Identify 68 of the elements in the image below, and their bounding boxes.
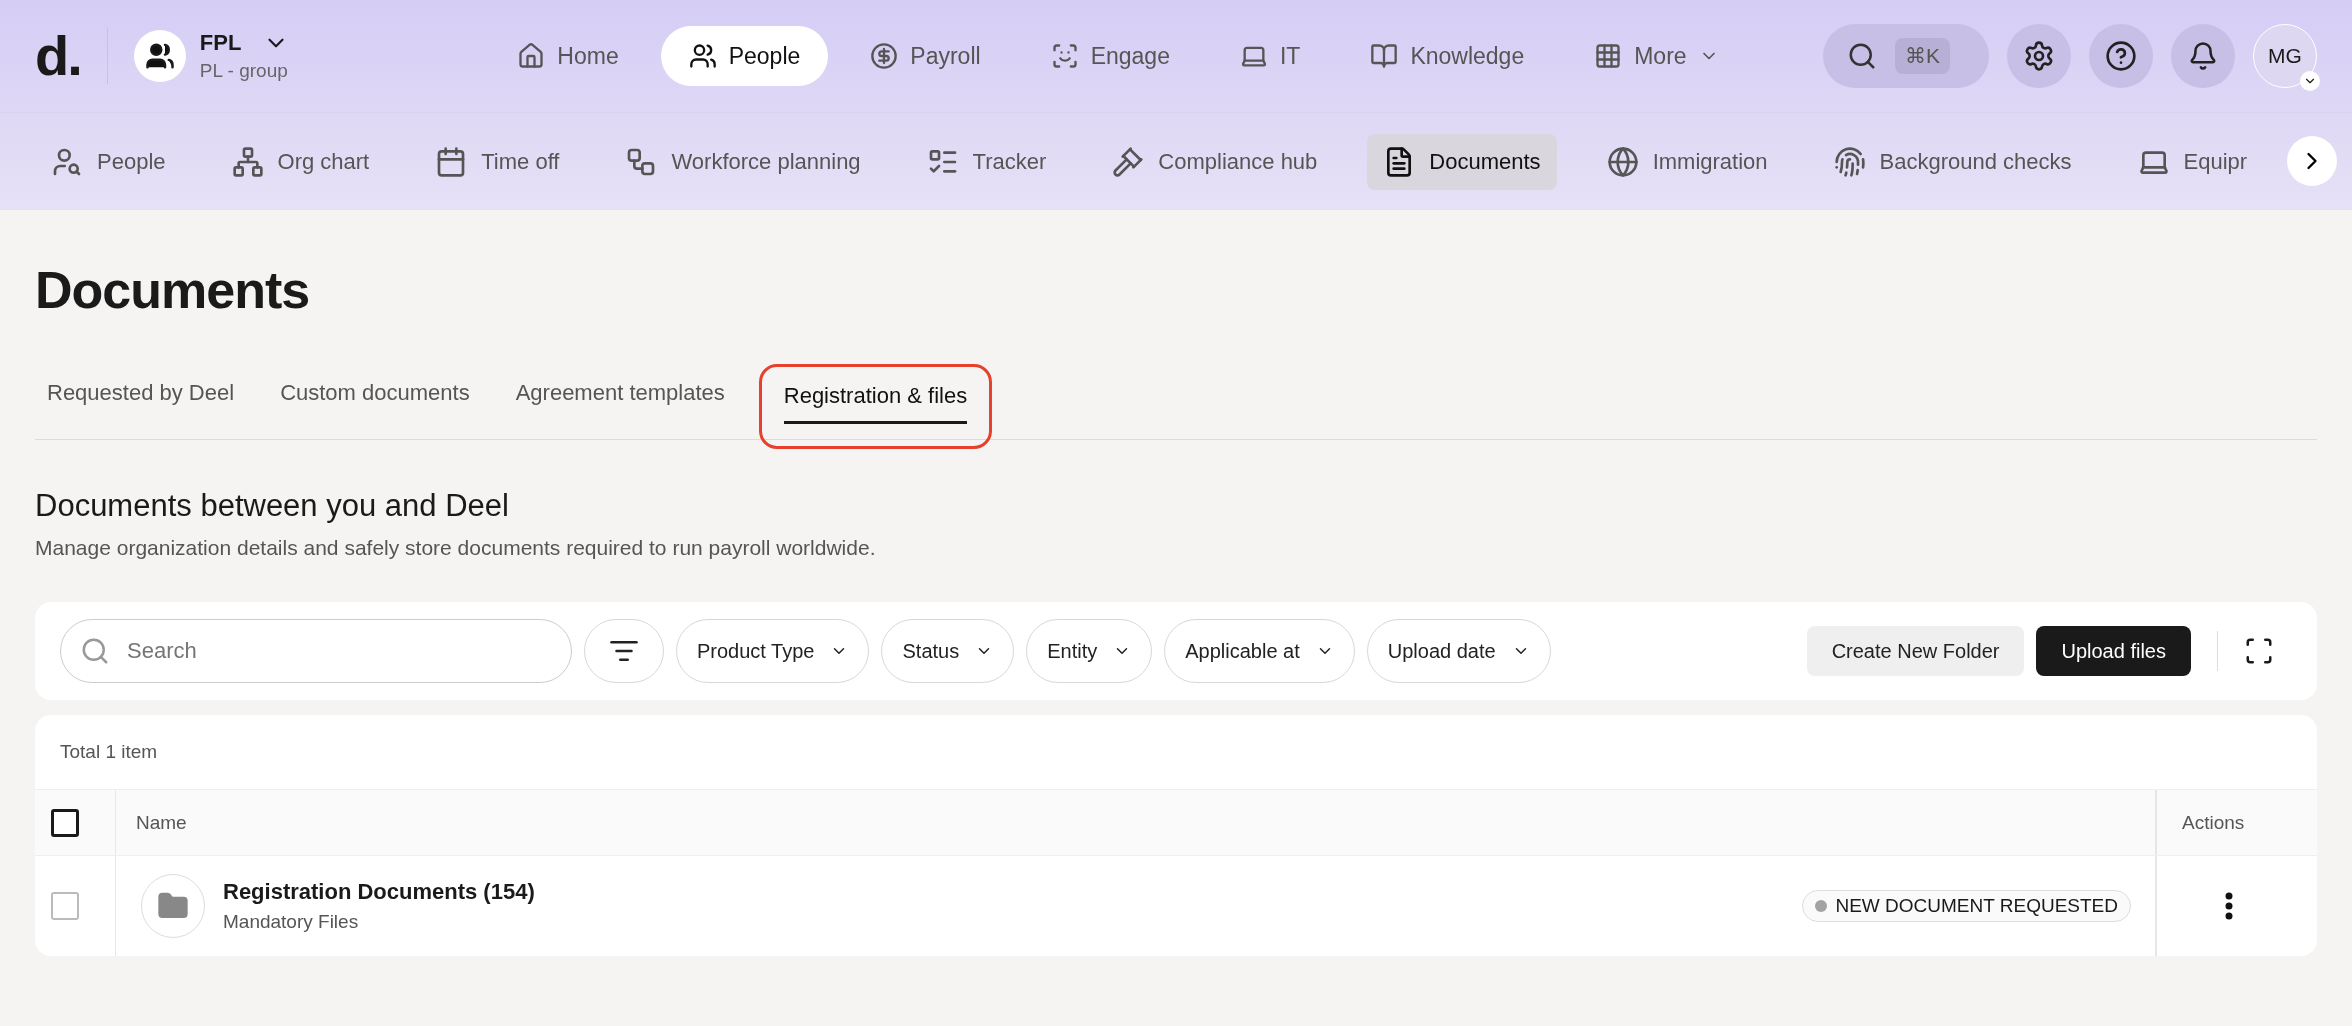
tab[interactable]: Registration & files: [771, 367, 980, 442]
scroll-right-button[interactable]: [2287, 136, 2337, 186]
total-count: Total 1 item: [59, 740, 159, 764]
nav-item[interactable]: Engage: [1022, 26, 1198, 86]
column-header: Name: [136, 811, 187, 834]
tab[interactable]: Requested by Deel: [35, 364, 247, 439]
nav-item[interactable]: Home: [489, 26, 647, 86]
user-avatar[interactable]: MG: [2253, 24, 2317, 88]
org-name: FPL: [199, 30, 242, 56]
status-text: NEW DOCUMENT REQUESTED: [1835, 895, 2118, 917]
search-icon: [80, 636, 110, 666]
create-folder-button[interactable]: Create New Folder: [1806, 626, 2025, 676]
nav-item[interactable]: People: [660, 26, 829, 86]
settings-icon: [2023, 40, 2055, 72]
org-switcher[interactable]: FPL PL - group: [133, 30, 290, 82]
more-actions-button[interactable]: [2225, 892, 2233, 920]
upload-button[interactable]: Upload files: [2036, 626, 2191, 676]
row-checkbox[interactable]: [51, 892, 79, 920]
book-icon: [1370, 42, 1399, 70]
subnav-item[interactable]: Immigration: [1590, 133, 1784, 190]
section-description: Manage organization details and safely store documents required to run payroll worldwide.: [35, 536, 877, 560]
nav-item[interactable]: More: [1566, 26, 1747, 86]
shortcut-key: ⌘K: [1895, 38, 1950, 74]
subnav-item[interactable]: Tracker: [910, 133, 1063, 190]
nav-item[interactable]: Payroll: [842, 26, 1009, 86]
org-subtitle: PL - group: [199, 60, 289, 82]
subnav-item[interactable]: People: [35, 133, 182, 190]
subnav-item[interactable]: Equipr: [2121, 133, 2264, 190]
bell-icon: [2188, 41, 2218, 71]
nav-item[interactable]: IT: [1211, 26, 1329, 86]
home-icon: [517, 42, 546, 70]
subnav-item[interactable]: Documents: [1367, 133, 1557, 190]
folder-subtitle: Mandatory Files: [223, 911, 360, 933]
help-icon: [2105, 40, 2137, 72]
org-chart-icon: [231, 145, 264, 178]
search-icon: [1847, 41, 1877, 71]
select-all-checkbox[interactable]: [51, 808, 79, 837]
section-title: Documents between you and Deel: [35, 488, 510, 524]
face-scan-icon: [1050, 42, 1079, 70]
filter-dropdown[interactable]: Upload date: [1366, 619, 1551, 683]
logo[interactable]: d.: [35, 28, 108, 84]
filter-dropdown[interactable]: Status: [881, 619, 1015, 683]
search-button[interactable]: ⌘K: [1823, 24, 1989, 88]
more-icon: [2225, 892, 2233, 920]
people-icon: [688, 42, 717, 70]
dollar-icon: [870, 42, 899, 70]
column-header: Actions: [2182, 811, 2245, 834]
gavel-icon: [1112, 145, 1145, 178]
group-icon: [144, 41, 175, 71]
page-title: Documents: [35, 260, 311, 320]
folder-name[interactable]: Registration Documents (154): [223, 879, 535, 905]
filter-dropdown[interactable]: Entity: [1026, 619, 1153, 683]
nav-item[interactable]: Knowledge: [1342, 26, 1553, 86]
fingerprint-icon: [1833, 145, 1866, 178]
chevron-down-icon: [2300, 71, 2320, 91]
subnav-item[interactable]: Background checks: [1817, 133, 2088, 190]
subnav-item[interactable]: Org chart: [215, 133, 386, 190]
subnav-item[interactable]: Time off: [419, 133, 576, 190]
grid-icon: [1594, 42, 1623, 70]
tab[interactable]: Agreement templates: [503, 364, 737, 439]
filter-dropdown[interactable]: Product Type: [676, 619, 870, 683]
tab[interactable]: Custom documents: [268, 364, 482, 439]
globe-icon: [1606, 145, 1639, 178]
subnav-item[interactable]: Workforce planning: [609, 133, 877, 190]
search-field[interactable]: Search: [60, 619, 572, 683]
subnav-item[interactable]: Compliance hub: [1096, 133, 1334, 190]
fullscreen-icon[interactable]: [2244, 636, 2274, 666]
filter-dropdown[interactable]: Applicable at: [1164, 619, 1355, 683]
